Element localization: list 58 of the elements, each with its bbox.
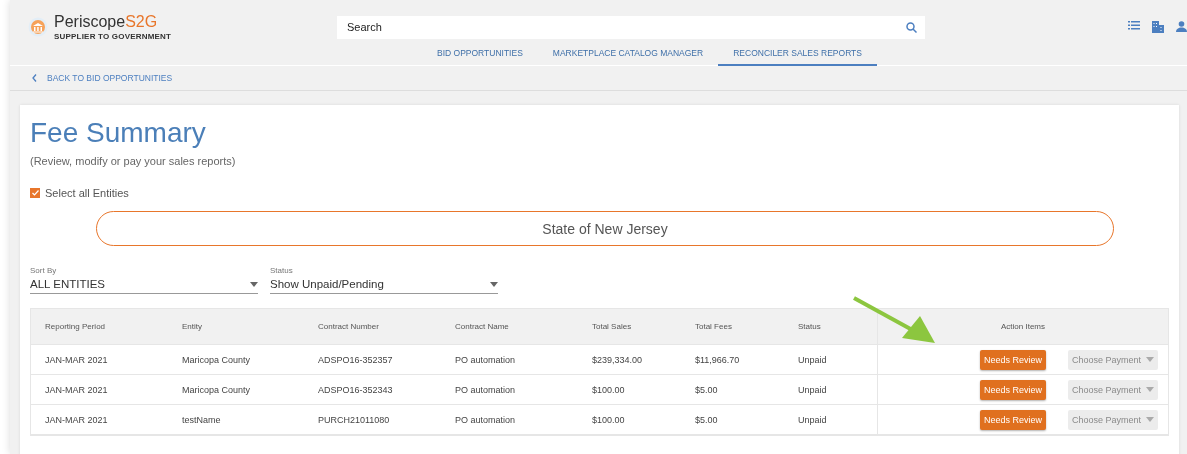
column-header: Entity — [182, 322, 203, 331]
logo-text: PeriscopeS2G — [54, 13, 159, 30]
filter-label: Sort By — [30, 266, 58, 275]
table-cell-text: testName — [182, 414, 222, 425]
caret-icon — [1146, 357, 1154, 362]
list-icon[interactable] — [1128, 21, 1140, 30]
table-cell-text: Unpaid — [798, 384, 828, 395]
column-header: Total Fees — [695, 322, 733, 331]
page-subtitle: (Review, modify or pay your sales reports) — [30, 155, 237, 167]
table-cell-text: $5.00 — [695, 384, 719, 395]
caret-icon — [250, 281, 258, 287]
table-cell-text: Maricopa County — [182, 384, 252, 395]
table-cell-text: ADSPO16-352343 — [318, 384, 394, 395]
table-cell-text: JAN-MAR 2021 — [45, 354, 109, 365]
table-cell-text: $5.00 — [695, 414, 719, 425]
table-cell-text: PO automation — [455, 354, 517, 365]
nav-tab[interactable]: MARKETPLACE CATALOG MANAGER — [537, 48, 719, 66]
search-field[interactable]: Search — [337, 15, 925, 39]
column-header: Status — [798, 322, 822, 331]
table-cell-text: JAN-MAR 2021 — [45, 414, 109, 425]
caret-icon — [1146, 417, 1154, 422]
filter-select[interactable]: ALL ENTITIES — [30, 275, 258, 294]
table-cell-text: Maricopa County — [182, 354, 252, 365]
table-cell-text: Unpaid — [798, 414, 828, 425]
nav-tab[interactable]: RECONCILER SALES REPORTS — [718, 48, 877, 66]
table-cell-text: $11,966.70 — [695, 354, 741, 365]
table-cell-text: ADSPO16-352357 — [318, 354, 394, 365]
needs-review-button[interactable]: Needs Review — [979, 379, 1046, 400]
table-cell-text: Unpaid — [798, 354, 828, 365]
column-header: Contract Number — [318, 322, 380, 331]
checkbox[interactable] — [30, 188, 40, 198]
column-header: Action Items — [1001, 322, 1045, 331]
nav-tab[interactable]: BID OPPORTUNITIES — [422, 48, 538, 66]
search-icon[interactable] — [906, 21, 917, 33]
table-cell-text: JAN-MAR 2021 — [45, 384, 109, 395]
column-header: Total Sales — [592, 322, 633, 331]
table-cell-text: $100.00 — [592, 384, 626, 395]
checkbox-label: Select all Entities — [45, 187, 129, 199]
table-cell-text: PO automation — [455, 414, 517, 425]
user-icon[interactable] — [1176, 21, 1187, 32]
chevron-left-icon — [32, 74, 37, 82]
filter-select[interactable]: Show Unpaid/Pending — [270, 275, 498, 294]
table-cell-text: PO automation — [455, 384, 517, 395]
column-header: Contract Name — [455, 322, 510, 331]
table-cell-text: $239,334.00 — [592, 354, 644, 365]
filter-label: Status — [270, 266, 294, 275]
caret-icon — [490, 281, 498, 287]
needs-review-button[interactable]: Needs Review — [979, 349, 1046, 370]
column-header: Reporting Period — [45, 322, 107, 331]
caret-icon — [1146, 387, 1154, 392]
needs-review-button[interactable]: Needs Review — [979, 409, 1046, 430]
logo-tagline: SUPPLIER TO GOVERNMENT — [54, 31, 172, 41]
table-cell-text: PURCH21011080 — [318, 414, 391, 425]
table-cell-text: $100.00 — [592, 414, 626, 425]
back-link[interactable]: BACK TO BID OPPORTUNITIES — [32, 73, 173, 83]
page-title: Fee Summary — [30, 117, 207, 149]
building-icon[interactable] — [1152, 21, 1164, 33]
bank-logo-icon — [28, 17, 48, 37]
